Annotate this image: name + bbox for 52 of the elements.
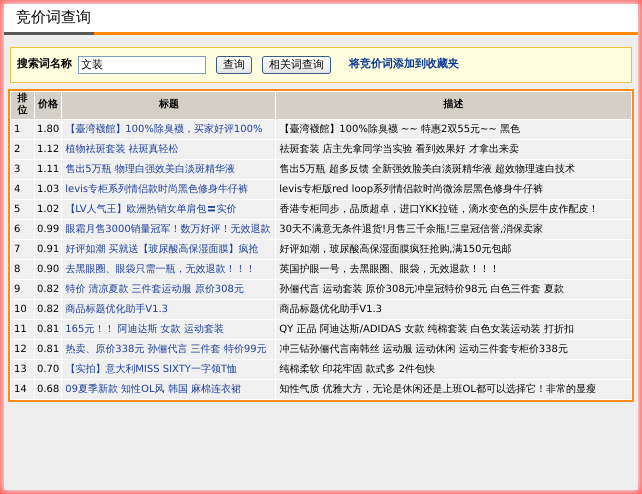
rank-cell: 7: [10, 239, 34, 259]
description-cell: 冲三钻孙俪代言南韩丝 运动服 运动休闲 运动三件套专柜价338元: [276, 339, 632, 359]
description-cell: 香港专柜同步，品质超卓，进口YKK拉链，滴水变色的头层牛皮作配皮！: [276, 199, 632, 219]
description-cell: 30天不满意无条件退货!月售三千余瓶!三皇冠信誉,消保卖家: [276, 219, 632, 239]
query-button[interactable]: 查询: [216, 56, 252, 74]
price-cell: 0.90: [34, 259, 62, 279]
price-cell: 0.99: [34, 219, 62, 239]
column-header: 标题: [62, 91, 276, 119]
description-cell: QY 正品 阿迪达斯/ADIDAS 女款 纯棉套装 白色女装运动装 打折扣: [276, 319, 632, 339]
rank-cell: 8: [10, 259, 34, 279]
search-field[interactable]: 文装: [78, 56, 206, 74]
price-cell: 1.80: [34, 119, 62, 139]
description-cell: 售出5万瓶 超多反馈 全新强效脸美白淡斑精华液 超效物理速白技术: [276, 159, 632, 179]
description-cell: 商品标题优化助手V1.3: [276, 299, 632, 319]
description-cell: 好评如潮，玻尿酸高保湿面膜疯狂抢购,满150元包邮: [276, 239, 632, 259]
price-cell: 0.81: [34, 339, 62, 359]
rank-cell: 4: [10, 179, 34, 199]
rank-cell: 11: [10, 319, 34, 339]
price-cell: 1.03: [34, 179, 62, 199]
price-cell: 0.82: [34, 299, 62, 319]
price-cell: 0.81: [34, 319, 62, 339]
rank-cell: 5: [10, 199, 34, 219]
related-query-button[interactable]: 相关词查询: [262, 56, 331, 74]
price-cell: 1.12: [34, 139, 62, 159]
rank-cell: 10: [10, 299, 34, 319]
rank-cell: 6: [10, 219, 34, 239]
price-cell: 0.70: [34, 359, 62, 379]
column-header: 排位: [10, 91, 34, 119]
description-cell: 孙俪代言 运动套装 原价308元冲皇冠特价98元 白色三件套 夏款: [276, 279, 632, 299]
description-cell: 纯棉柔软 印花牢固 款式多 2件包快: [276, 359, 632, 379]
description-cell: levis专柜版red loop系列情侣款时尚微涂层黑色修身牛仔裤: [276, 179, 632, 199]
rank-cell: 13: [10, 359, 34, 379]
search-label: 搜索词名称: [17, 56, 72, 72]
description-cell: 英国护眼一号，去黑眼圈、眼袋，无效退款！！！: [276, 259, 632, 279]
column-header: 描述: [276, 91, 632, 119]
rank-cell: 12: [10, 339, 34, 359]
price-cell: 0.91: [34, 239, 62, 259]
column-header: 价格: [34, 91, 62, 119]
rank-cell: 9: [10, 279, 34, 299]
price-cell: 0.82: [34, 279, 62, 299]
price-cell: 1.11: [34, 159, 62, 179]
add-favorites-link[interactable]: 将竞价词添加到收藏夹: [349, 56, 459, 73]
price-cell: 0.68: [34, 379, 62, 399]
rank-cell: 3: [10, 159, 34, 179]
page-title: 竞价词查询: [15, 7, 92, 28]
description-cell: 【臺湾襪館】100%除臭襪 ~~ 特惠2双55元~~ 黑色: [276, 119, 632, 139]
rank-cell: 14: [10, 379, 34, 399]
description-cell: 知性气质 优雅大方，无论是休闲还是上班OL都可以选择它！非常的显瘦: [276, 379, 632, 399]
description-cell: 祛斑套装 店主先拿同学当实验 看到效果好 才拿出来卖: [276, 139, 632, 159]
rank-cell: 2: [10, 139, 34, 159]
price-cell: 1.02: [34, 199, 62, 219]
rank-cell: 1: [10, 119, 34, 139]
